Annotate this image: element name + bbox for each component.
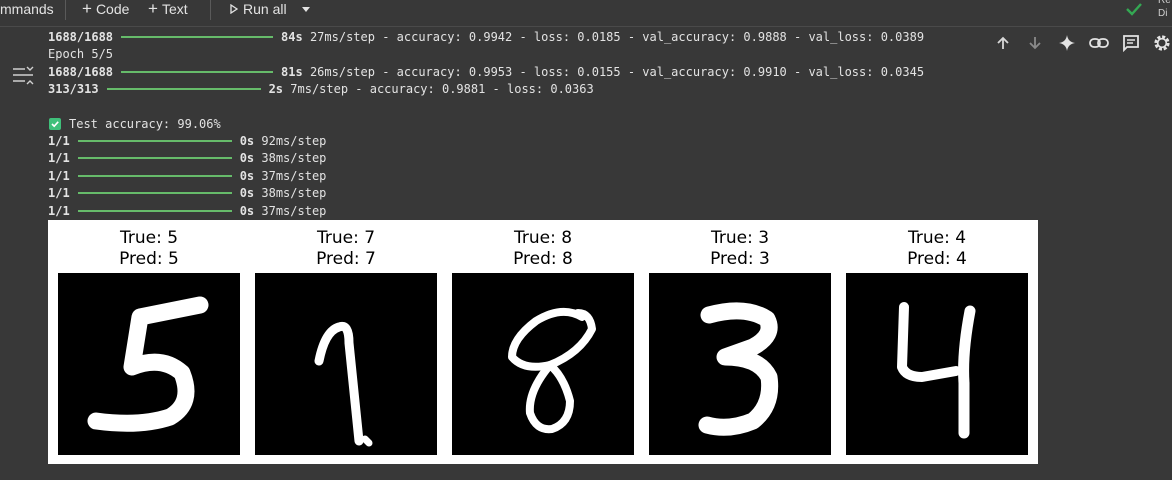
runtime-status-line: Di (1158, 8, 1168, 19)
run-all-dropdown[interactable] (300, 0, 312, 18)
log-line: 1/1 0s 37ms/step (48, 168, 326, 185)
step-counter: 1/1 (48, 134, 70, 148)
move-up-button[interactable] (990, 30, 1016, 56)
step-counter: 1688/1688 (48, 30, 114, 44)
digit-image (452, 273, 634, 455)
metrics-text: 38ms/step (261, 186, 327, 200)
metrics-text: 7ms/step - accuracy: 0.9881 - loss: 0.03… (290, 82, 594, 96)
run-all-button[interactable]: Run all (229, 0, 287, 18)
progress-bar (77, 174, 232, 177)
runtime-status[interactable]: Re Di (1158, 0, 1171, 20)
log-line: 1/1 0s 37ms/step (48, 203, 326, 220)
metrics-text: 26ms/step - accuracy: 0.9953 - loss: 0.0… (309, 65, 925, 79)
sparkle-icon (1059, 35, 1075, 51)
progress-bar (77, 191, 232, 194)
pred-label: Pred: 5 (119, 249, 179, 269)
metrics-text: 37ms/step (261, 204, 327, 218)
prediction-figure: True: 5 Pred: 5 True: 7 Pred: 7 True: 8 … (48, 220, 1038, 464)
elapsed-time: 0s (239, 186, 255, 200)
checkmark-icon[interactable] (1124, 0, 1144, 18)
add-code-button[interactable]: + Code (82, 0, 129, 18)
progress-bar (77, 139, 232, 142)
add-code-label: Code (95, 1, 130, 17)
metrics-text: 92ms/step (261, 134, 327, 148)
true-label: True: 3 (710, 228, 770, 248)
output-actions-icon[interactable] (12, 66, 34, 91)
step-counter: 313/313 (48, 82, 99, 96)
log-line: 1688/1688 81s 26ms/step - accuracy: 0.995… (48, 64, 924, 81)
runtime-status-line: Re (1158, 0, 1171, 6)
commands-button[interactable]: mmands (0, 0, 54, 18)
toolbar-divider (65, 0, 66, 20)
log-line: 313/313 2s 7ms/step - accuracy: 0.9881 - … (48, 81, 594, 98)
progress-bar (77, 156, 232, 159)
link-icon (1089, 38, 1109, 48)
test-accuracy-text: Test accuracy: 99.06% (69, 117, 221, 131)
step-counter: 1/1 (48, 204, 70, 218)
copy-link-button[interactable] (1086, 30, 1112, 56)
elapsed-time: 84s (281, 30, 303, 44)
settings-button[interactable] (1149, 30, 1172, 56)
add-text-button[interactable]: + Text (148, 0, 188, 18)
play-icon (230, 4, 239, 15)
plus-icon: + (148, 0, 158, 18)
progress-bar (77, 209, 232, 212)
add-text-label: Text (161, 1, 188, 17)
digit-image (255, 273, 437, 455)
gemini-button[interactable] (1054, 30, 1080, 56)
elapsed-time: 0s (239, 204, 255, 218)
log-line: Test accuracy: 99.06% (48, 116, 221, 133)
digit-image (846, 273, 1028, 455)
true-label: True: 5 (119, 228, 179, 248)
log-line: 1/1 0s 92ms/step (48, 133, 326, 150)
progress-bar (121, 70, 274, 73)
elapsed-time: 0s (239, 151, 255, 165)
toolbar-divider (210, 0, 211, 20)
progress-bar (106, 87, 261, 90)
epoch-text: Epoch 5/5 (48, 47, 114, 61)
elapsed-time: 0s (239, 169, 255, 183)
true-label: True: 7 (316, 228, 376, 248)
elapsed-time: 81s (281, 65, 303, 79)
move-down-button[interactable] (1022, 30, 1048, 56)
progress-bar (121, 35, 274, 38)
metrics-text: 27ms/step - accuracy: 0.9942 - loss: 0.0… (309, 30, 925, 44)
comment-icon (1123, 35, 1139, 52)
run-all-label: Run all (243, 1, 287, 17)
step-counter: 1/1 (48, 151, 70, 165)
pred-label: Pred: 7 (316, 249, 376, 269)
comment-button[interactable] (1118, 30, 1144, 56)
pred-label: Pred: 3 (710, 249, 770, 269)
true-label: True: 8 (513, 228, 573, 248)
step-counter: 1688/1688 (48, 65, 114, 79)
notebook-toolbar: mmands + Code + Text Run all Re Di (0, 0, 1172, 27)
pred-label: Pred: 4 (907, 249, 967, 269)
log-line: 1/1 0s 38ms/step (48, 185, 326, 202)
elapsed-time: 0s (239, 134, 255, 148)
plus-icon: + (82, 0, 92, 18)
check-box-icon (49, 117, 61, 130)
digit-image (58, 273, 240, 455)
log-line: 1/1 0s 38ms/step (48, 150, 326, 167)
true-label: True: 4 (907, 228, 967, 248)
digit-image (649, 273, 831, 455)
step-counter: 1/1 (48, 186, 70, 200)
pred-label: Pred: 8 (513, 249, 573, 269)
elapsed-time: 2s (268, 82, 284, 96)
log-line: 1688/1688 84s 27ms/step - accuracy: 0.994… (48, 29, 924, 46)
gear-icon (1154, 35, 1170, 51)
metrics-text: 37ms/step (261, 169, 327, 183)
arrow-up-icon (997, 36, 1009, 49)
caret-down-icon (302, 7, 310, 12)
metrics-text: 38ms/step (261, 151, 327, 165)
step-counter: 1/1 (48, 169, 70, 183)
arrow-down-icon (1029, 37, 1041, 50)
log-line: Epoch 5/5 (48, 46, 113, 63)
